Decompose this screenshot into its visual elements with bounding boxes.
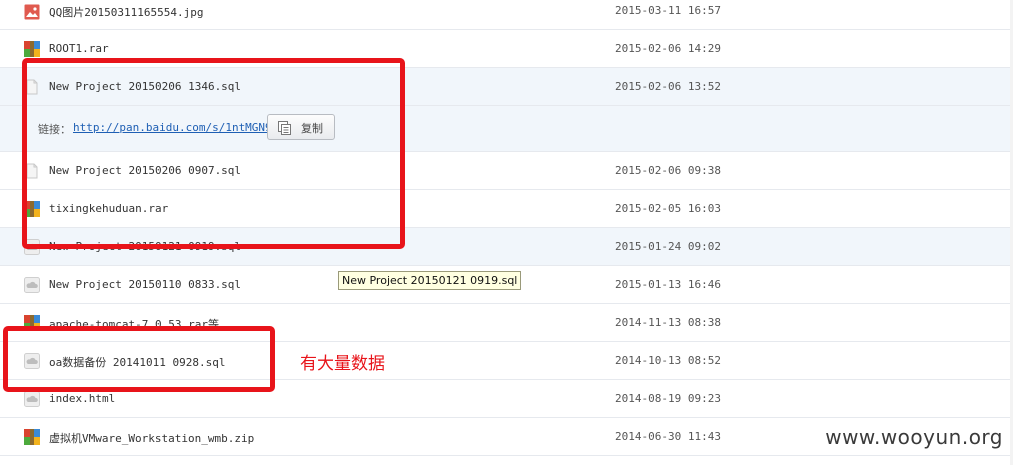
file-date: 2015-02-06 09:38 [615, 164, 721, 177]
file-date: 2015-01-24 09:02 [615, 240, 721, 253]
file-date: 2015-01-13 16:46 [615, 278, 721, 291]
archive-file-icon [24, 41, 40, 57]
watermark: www.wooyun.org [825, 425, 1003, 449]
highlight-box-bottom [3, 326, 275, 392]
file-name[interactable]: ROOT1.rar [49, 42, 109, 55]
file-date: 2015-02-06 13:52 [615, 80, 721, 93]
file-date: 2014-11-13 08:38 [615, 316, 721, 329]
file-date: 2015-03-11 16:57 [615, 4, 721, 17]
file-date: 2014-06-30 11:43 [615, 430, 721, 443]
file-date: 2015-02-06 14:29 [615, 42, 721, 55]
highlight-box-top [22, 58, 405, 249]
file-name[interactable]: index.html [49, 392, 115, 405]
file-row[interactable]: QQ图片20150311165554.jpg 2015-03-11 16:57 [0, 0, 1013, 30]
filename-tooltip: New Project 20150121 0919.sql [338, 271, 522, 290]
annotation-text: 有大量数据 [300, 354, 385, 374]
file-name[interactable]: 虚拟机VMware_Workstation_wmb.zip [49, 430, 254, 446]
file-date: 2014-10-13 08:52 [615, 354, 721, 367]
cloud-file-icon [24, 277, 40, 293]
file-name[interactable]: QQ图片20150311165554.jpg [49, 4, 203, 20]
cloud-file-icon [24, 391, 40, 407]
file-date: 2014-08-19 09:23 [615, 392, 721, 405]
image-file-icon [24, 4, 40, 20]
file-date: 2015-02-05 16:03 [615, 202, 721, 215]
archive-file-icon [24, 429, 40, 445]
file-name[interactable]: New Project 20150110 0833.sql [49, 278, 241, 291]
